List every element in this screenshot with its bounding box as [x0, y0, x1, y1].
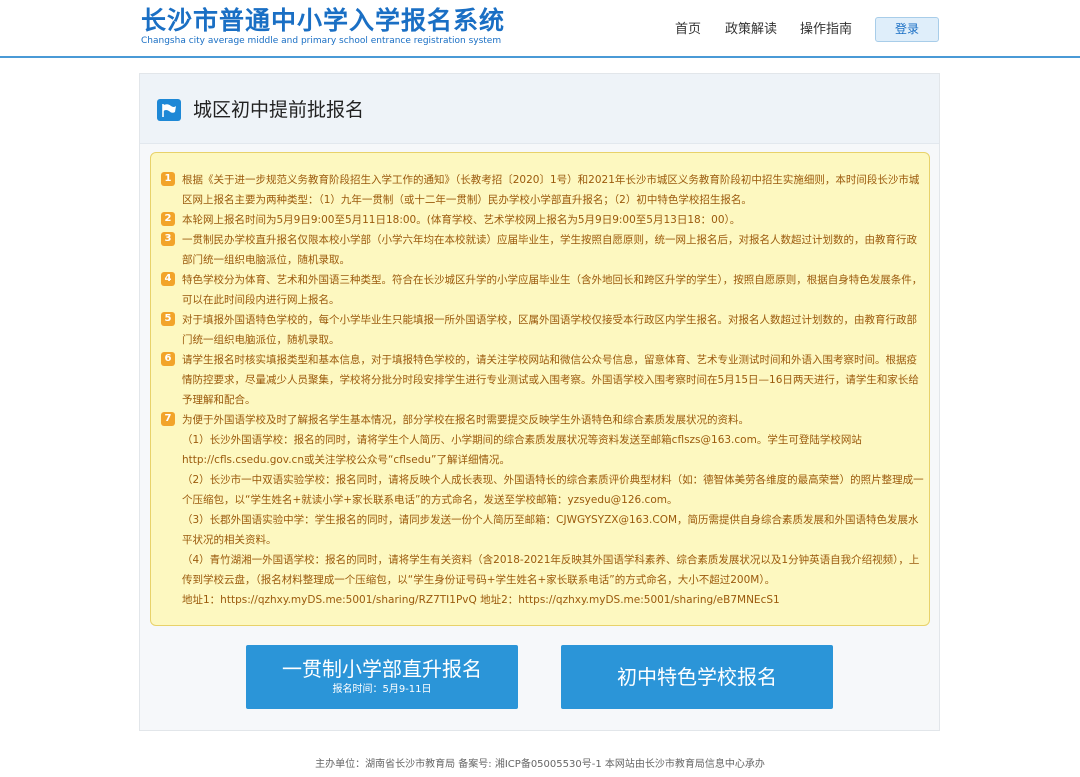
site-header: 长沙市普通中小学入学报名系统 Changsha city average mid…	[0, 0, 1080, 58]
item-number-badge: 5	[161, 312, 175, 326]
button-label: 一贯制小学部直升报名	[282, 657, 482, 681]
nav-policy[interactable]: 政策解读	[725, 19, 777, 41]
notice-sub-item: （2）长沙市一中双语实验学校：报名同时，请将反映个人成长表现、外国语特长的综合素…	[182, 474, 924, 506]
panel-header: 城区初中提前批报名	[140, 74, 939, 144]
notice-item-text: 对于填报外国语特色学校的，每个小学毕业生只能填报一所外国语学校，区属外国语学校仅…	[182, 314, 917, 346]
item-number-badge: 1	[161, 172, 175, 186]
notice-box: 1 根据《关于进一步规范义务教育阶段招生入学工作的通知》（长教考招〔2020〕1…	[150, 152, 930, 626]
item-number-badge: 7	[161, 412, 175, 426]
item-number-badge: 6	[161, 352, 175, 366]
notice-item-text: 请学生报名时核实填报类型和基本信息，对于填报特色学校的，请关注学校网站和微信公众…	[182, 354, 919, 406]
login-button[interactable]: 登录	[875, 17, 939, 42]
site-logo-title[interactable]: 长沙市普通中小学入学报名系统	[141, 6, 505, 36]
nav-guide[interactable]: 操作指南	[800, 19, 852, 41]
notice-sub-item: （4）青竹湖湘一外国语学校：报名的同时，请将学生有关资料（含2018-2021年…	[182, 554, 920, 586]
item-number-badge: 3	[161, 232, 175, 246]
panel-title: 城区初中提前批报名	[193, 99, 365, 121]
notice-item-text: 特色学校分为体育、艺术和外国语三种类型。符合在长沙城区升学的小学应届毕业生（含外…	[182, 274, 923, 306]
notice-sub-item: 地址1：https://qzhxy.myDS.me:5001/sharing/R…	[182, 594, 780, 606]
button-label: 初中特色学校报名	[617, 665, 777, 689]
notice-item-text: 根据《关于进一步规范义务教育阶段招生入学工作的通知》（长教考招〔2020〕1号）…	[182, 174, 920, 206]
site-logo-subtitle: Changsha city average middle and primary…	[141, 36, 502, 46]
notice-item-text: 一贯制民办学校直升报名仅限本校小学部（小学六年均在本校就读）应届毕业生，学生按照…	[182, 234, 917, 266]
item-number-badge: 2	[161, 212, 175, 226]
notice-item-text: 本轮网上报名时间为5月9日9:00至5月11日18:00。(体育学校、艺术学校网…	[182, 214, 741, 226]
nav-home[interactable]: 首页	[675, 19, 701, 41]
site-footer: 主办单位：湖南省长沙市教育局 备案号: 湘ICP备05005530号-1 本网站…	[315, 759, 765, 770]
flag-icon	[157, 99, 181, 121]
button-sub-label: 报名时间：5月9-11日	[332, 684, 432, 695]
notice-sub-item: （3）长郡外国语实验中学：学生报名的同时，请同步发送一份个人简历至邮箱：CJWG…	[182, 514, 919, 546]
main-panel: 城区初中提前批报名 1 根据《关于进一步规范义务教育阶段招生入学工作的通知》（长…	[139, 73, 940, 731]
item-number-badge: 4	[161, 272, 175, 286]
direct-promotion-register-button[interactable]: 一贯制小学部直升报名 报名时间：5月9-11日	[246, 645, 518, 709]
notice-sub-item: （1）长沙外国语学校：报名的同时，请将学生个人简历、小学期间的综合素质发展状况等…	[182, 434, 862, 466]
specialty-school-register-button[interactable]: 初中特色学校报名	[561, 645, 833, 709]
notice-item-text: 为便于外国语学校及时了解报名学生基本情况，部分学校在报名时需要提交反映学生外语特…	[182, 414, 749, 426]
